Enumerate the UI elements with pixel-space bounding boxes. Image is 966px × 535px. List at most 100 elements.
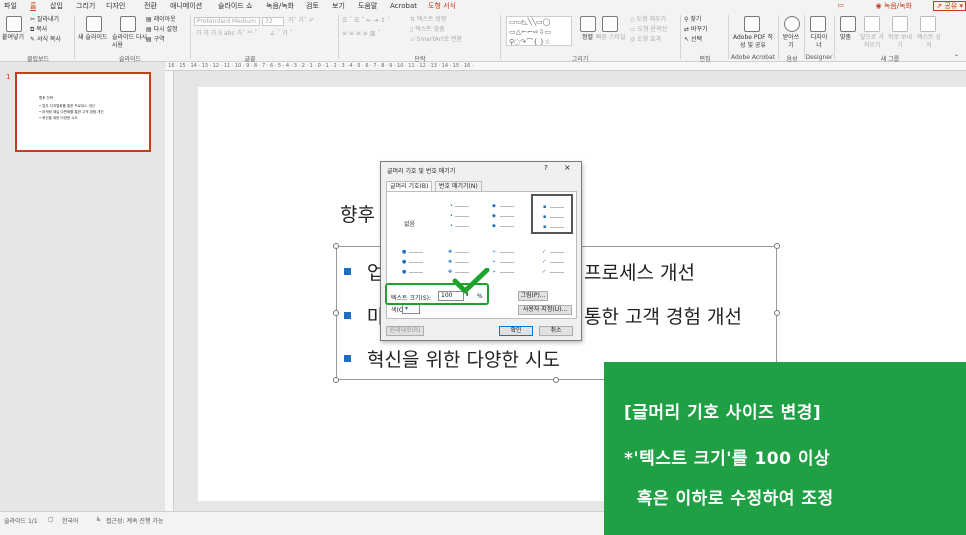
tab-draw[interactable]: 그리기 — [76, 1, 95, 11]
bullet-style-none[interactable]: 없음 — [389, 194, 431, 234]
text-box-icon[interactable] — [920, 16, 936, 32]
resize-handle[interactable] — [553, 377, 559, 383]
bullet-style-large-dot[interactable]: ● ● ● — [389, 240, 431, 280]
acrobat-group-label: Adobe Acrobat — [730, 54, 776, 61]
language-indicator[interactable]: 한국어 — [62, 516, 79, 525]
tab-acrobat[interactable]: Acrobat — [390, 1, 417, 11]
cut-button[interactable]: ✂ 잘라내기 — [30, 16, 59, 24]
align-text-button[interactable]: ▯ 텍스트 맞춤 — [410, 26, 445, 34]
bullet-item[interactable]: 혁신을 위한 다양한 시도 — [344, 347, 560, 373]
slide-title[interactable]: 향후 — [340, 200, 375, 227]
tab-animations[interactable]: 애니메이션 — [170, 1, 202, 11]
resize-handle[interactable] — [333, 310, 339, 316]
shapes-gallery[interactable]: ▭▭◺╲╲▭◯ ▭△⌐⌐⇨⇩▭ ⚲◌↷⌒{ }☆ — [506, 16, 572, 46]
layout-button[interactable]: ▤ 레이아웃 — [146, 16, 176, 24]
tab-review[interactable]: 검토 — [306, 1, 319, 11]
text-box-button[interactable]: 텍스트 상자 — [916, 34, 942, 50]
customize-button[interactable]: 사용자 지정(U)... — [518, 305, 572, 315]
comments-icon[interactable]: ▭ — [837, 1, 844, 9]
bullets-icon[interactable]: ☰ ˇ ☰ ˇ ⇤ ⇥ ↕ ˇ — [342, 17, 390, 25]
tab-insert[interactable]: 삽입 — [50, 1, 63, 11]
tab-design[interactable]: 디자인 — [106, 1, 125, 11]
reuse-slide-icon[interactable] — [120, 16, 136, 32]
font-name-combo[interactable]: Pretendard Medium — [194, 17, 260, 26]
tab-help[interactable]: 도움말 — [358, 1, 377, 11]
shape-outline-button[interactable]: ▭ 도형 윤곽선 — [630, 26, 667, 34]
bullets-numbering-dialog: 글머리 기호 및 번호 매기기 ? × 글머리 기호(B) 번호 매기기(N) … — [380, 161, 582, 341]
find-button[interactable]: ⚲ 찾기 — [684, 16, 701, 24]
tab-file[interactable]: 파일 — [4, 1, 17, 11]
editing-group-label: 편집 — [699, 56, 711, 63]
smartart-button[interactable]: ▱ SmartArt로 변환 — [410, 36, 462, 44]
shape-fill-button[interactable]: ◇ 도형 채우기 — [630, 16, 666, 24]
replace-label: 바꾸기 — [690, 26, 708, 33]
paste-button[interactable]: 붙여넣기 — [2, 34, 24, 42]
arrange-icon[interactable] — [580, 16, 596, 32]
bullet-item[interactable]: 마 — [344, 304, 384, 330]
resize-handle[interactable] — [774, 310, 780, 316]
bullet-style-small-dot[interactable]: • • • — [435, 194, 477, 234]
tab-slideshow[interactable]: 슬라이드 쇼 — [218, 1, 252, 11]
picture-button[interactable]: 그림(P)... — [518, 291, 548, 301]
collapse-ribbon-icon[interactable]: ⌃ — [954, 54, 959, 62]
tab-shape-format[interactable]: 도형 서식 — [428, 1, 456, 11]
reset-button[interactable]: ▤ 다시 설정 — [146, 26, 178, 34]
cancel-button[interactable]: 취소 — [539, 326, 573, 336]
quick-styles-button[interactable]: 빠른 스타일 — [596, 34, 630, 42]
microphone-icon[interactable] — [784, 16, 800, 32]
align-icons[interactable]: ≡ ≡ ≡ ≡ ▥ ˇ — [342, 30, 380, 38]
font-color-icon[interactable]: ∠ ˇ 가 ˇ — [270, 30, 293, 38]
align-icon[interactable] — [840, 16, 856, 32]
new-slide-button[interactable]: 새 슬라이드 — [78, 34, 108, 42]
notes-icon[interactable]: ▢ — [48, 516, 54, 523]
tab-record[interactable]: 녹음/녹화 — [266, 1, 294, 11]
select-button[interactable]: ↖ 선택 — [684, 36, 702, 44]
bullet-item[interactable]: 업 — [344, 260, 384, 286]
dictate-button[interactable]: 받아쓰기 — [780, 34, 802, 50]
quick-styles-icon[interactable] — [602, 16, 618, 32]
help-icon[interactable]: ? — [544, 164, 548, 172]
tab-transitions[interactable]: 전환 — [144, 1, 157, 11]
copy-button[interactable]: ⧉ 복사 — [30, 26, 47, 34]
font-style-icons[interactable]: 가 가 가 S abc 가ˇ ᴬᴬ ˇ — [196, 30, 257, 38]
paste-icon[interactable] — [6, 16, 22, 32]
slide-thumbnail[interactable]: 향후 전략 • 업무 디지털화를 통한 프로세스 개선 • 마케팅 채널 다변화… — [15, 72, 151, 152]
tab-view[interactable]: 보기 — [332, 1, 345, 11]
bullet-style-diamond[interactable]: ◆ ◆ ◆ — [481, 194, 523, 234]
bullet-style-square-selected[interactable]: ▪ ▪ ▪ — [531, 194, 573, 234]
ok-button[interactable]: 확인 — [499, 326, 533, 336]
font-size-combo[interactable]: 32 — [262, 17, 284, 26]
bring-forward-icon[interactable] — [864, 16, 880, 32]
new-slide-icon[interactable] — [86, 16, 102, 32]
designer-button[interactable]: 디자이너 — [808, 34, 830, 50]
reuse-slide-button[interactable]: 슬라이드 다시 사용 — [112, 34, 148, 50]
create-pdf-button[interactable]: Adobe PDF 작성 및 공유 — [732, 34, 774, 50]
slide-number: 1 — [6, 73, 11, 81]
send-backward-icon[interactable] — [892, 16, 908, 32]
close-icon[interactable]: × — [564, 163, 571, 172]
resize-handle[interactable] — [333, 243, 339, 249]
arrange-button[interactable]: 정렬 — [582, 34, 593, 42]
font-grow-icon[interactable]: 가ˆ 가ˇ ✐ — [288, 17, 314, 25]
resize-handle[interactable] — [333, 377, 339, 383]
designer-icon[interactable] — [810, 16, 826, 32]
replace-button[interactable]: ⇄ 바꾸기 — [684, 26, 708, 34]
record-button[interactable]: ◉ 녹음/녹화 — [876, 1, 912, 11]
text-direction-button[interactable]: ⇅ 텍스트 방향 — [410, 16, 446, 24]
tab-home[interactable]: 홈 — [30, 1, 37, 11]
accessibility-status[interactable]: 접근성: 계속 진행 가능 — [106, 516, 163, 525]
reset-button[interactable]: 원래대로(R) — [386, 326, 424, 336]
shape-effects-button[interactable]: ◎ 도형 효과 — [630, 36, 661, 44]
color-picker[interactable]: ▾ — [402, 304, 420, 314]
adobe-pdf-icon[interactable] — [744, 16, 760, 32]
section-button[interactable]: ▤ 구역 — [146, 36, 165, 44]
reset-label: 다시 설정 — [153, 26, 178, 33]
bring-forward-button[interactable]: 앞으로 가져오기 — [858, 34, 886, 50]
vertical-ruler — [165, 71, 174, 511]
share-button[interactable]: ⇗ 공유 ▾ — [933, 1, 966, 11]
bullet-style-check[interactable]: ✓ ✓ ✓ — [531, 240, 573, 280]
format-painter-button[interactable]: ✎ 서식 복사 — [30, 36, 61, 44]
resize-handle[interactable] — [774, 243, 780, 249]
send-backward-button[interactable]: 뒤로 보내기 — [886, 34, 914, 50]
align-button[interactable]: 맞춤 — [840, 34, 851, 42]
